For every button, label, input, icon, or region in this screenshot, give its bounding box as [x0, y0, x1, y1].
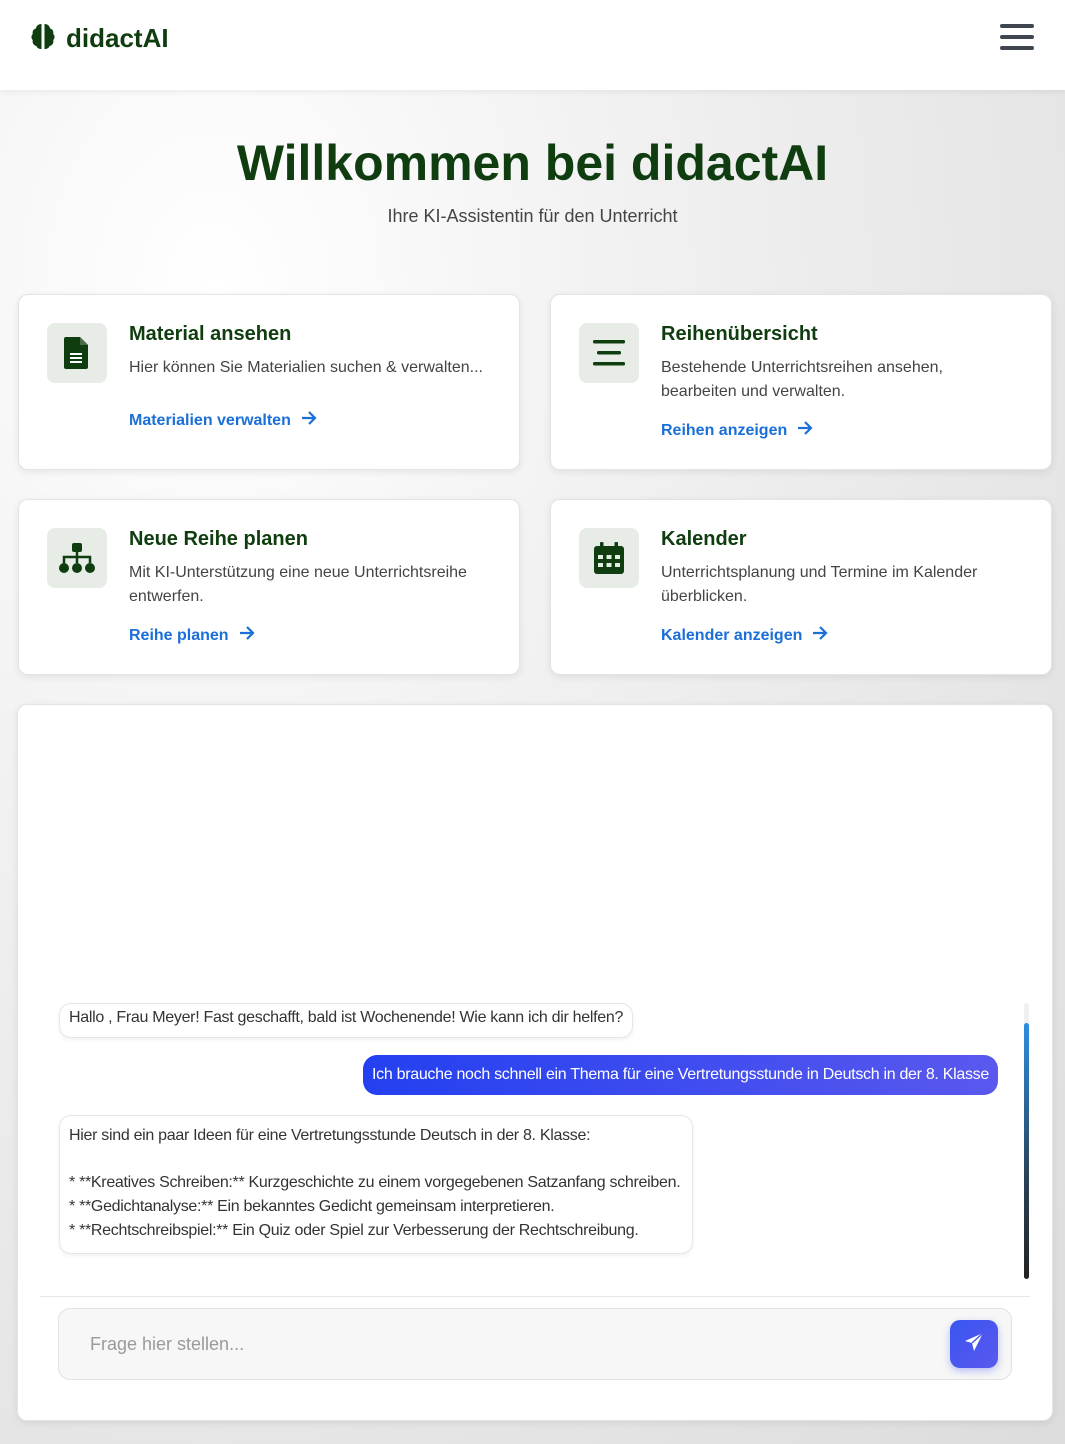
chat-message-assistant: Hier sind ein paar Ideen für eine Vertre…: [59, 1115, 693, 1254]
chat-message-user: Ich brauche noch schnell ein Thema für e…: [363, 1055, 998, 1095]
document-icon: [47, 323, 107, 383]
link-reihen-anzeigen[interactable]: Reihen anzeigen: [661, 421, 813, 440]
arrow-right-icon: [812, 626, 828, 645]
link-kalender-anzeigen[interactable]: Kalender anzeigen: [661, 626, 828, 645]
message-line: Hier sind ein paar Ideen für eine Vertre…: [69, 1127, 591, 1144]
message-text: Hallo , Frau Meyer! Fast geschafft, bald…: [69, 1009, 624, 1026]
card-title: Material ansehen: [129, 323, 292, 345]
list-lines-icon: [579, 323, 639, 383]
link-reihe-planen[interactable]: Reihe planen: [129, 626, 255, 645]
brand-name: didactAI: [66, 23, 169, 53]
card-link-label: Materialien verwalten: [129, 411, 291, 429]
card-description: Hier können Sie Materialien suchen & ver…: [129, 359, 483, 376]
card-description: Mit KI-Unterstützung eine neue Unterrich…: [129, 564, 467, 605]
chat-scrollbar-thumb[interactable]: [1024, 1023, 1029, 1279]
send-button[interactable]: [950, 1320, 998, 1368]
calendar-icon: [579, 528, 639, 588]
chat-panel: Hallo , Frau Meyer! Fast geschafft, bald…: [17, 704, 1053, 1421]
card-description: Unterrichtsplanung und Termine im Kalend…: [661, 564, 978, 605]
message-line: * **Gedichtanalyse:** Ein bekanntes Gedi…: [69, 1198, 555, 1215]
link-materialien-verwalten[interactable]: Materialien verwalten: [129, 411, 317, 430]
top-navbar: didactAI: [0, 0, 1065, 90]
chat-message-assistant: Hallo , Frau Meyer! Fast geschafft, bald…: [59, 1003, 634, 1038]
sitemap-icon: [47, 528, 107, 588]
paper-plane-icon: [964, 1331, 984, 1357]
chat-divider: [40, 1296, 1030, 1297]
arrow-right-icon: [239, 626, 255, 645]
brain-icon: [30, 22, 56, 55]
page-title: Willkommen bei didactAI: [236, 135, 829, 191]
arrow-right-icon: [301, 411, 317, 430]
brand-logo[interactable]: didactAI: [30, 22, 169, 55]
message-text: Ich brauche noch schnell ein Thema für e…: [372, 1066, 989, 1083]
chat-input[interactable]: [58, 1308, 1012, 1380]
card-title: Neue Reihe planen: [129, 528, 308, 550]
page-subtitle: Ihre KI-Assistentin für den Unterricht: [387, 206, 678, 226]
hamburger-menu-icon[interactable]: [1000, 24, 1034, 54]
card-link-label: Reihen anzeigen: [661, 421, 788, 439]
card-reihenuebersicht: Reihenübersicht Bestehende Unterrichtsre…: [550, 294, 1052, 470]
message-line: * **Rechtschreibspiel:** Ein Quiz oder S…: [69, 1222, 639, 1239]
card-description: Bestehende Unterrichtsreihen ansehen, be…: [661, 359, 943, 400]
card-material: Material ansehen Hier können Sie Materia…: [18, 294, 520, 470]
card-kalender: Kalender Unterrichtsplanung und Termine …: [550, 499, 1052, 675]
card-title: Kalender: [661, 528, 747, 550]
message-line: * **Kreatives Schreiben:** Kurzgeschicht…: [69, 1174, 681, 1191]
card-link-label: Kalender anzeigen: [661, 626, 803, 644]
card-link-label: Reihe planen: [129, 626, 229, 644]
arrow-right-icon: [797, 421, 813, 440]
card-neue-reihe: Neue Reihe planen Mit KI-Unterstützung e…: [18, 499, 520, 675]
card-title: Reihenübersicht: [661, 323, 818, 345]
